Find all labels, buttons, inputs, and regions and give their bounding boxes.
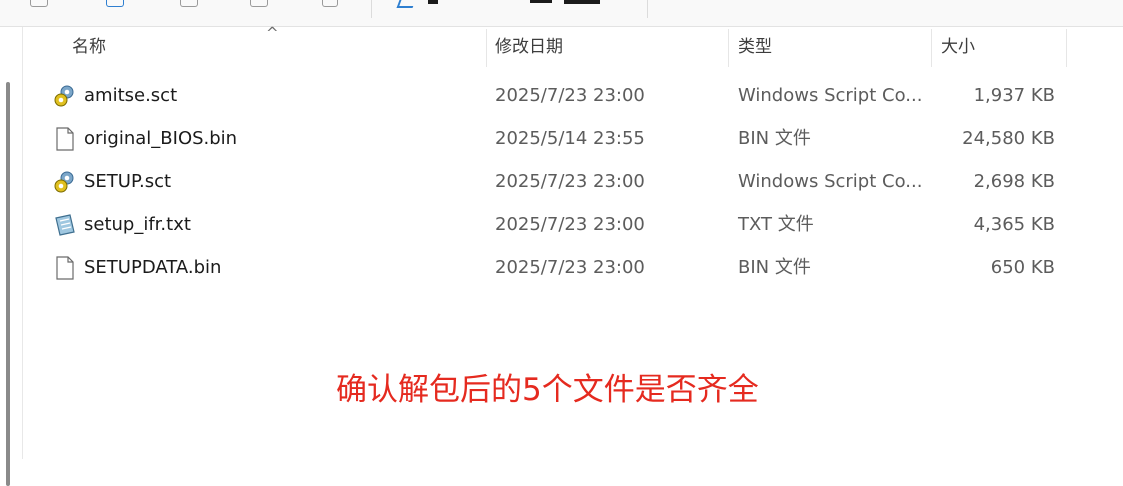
- script-file-icon: [54, 171, 74, 193]
- file-date: 2025/7/23 23:00: [495, 257, 645, 278]
- script-file-icon: [54, 85, 74, 107]
- view-label-fragment: [564, 0, 600, 4]
- copy-icon[interactable]: [106, 0, 124, 7]
- view-icon: [530, 0, 552, 3]
- column-header-date[interactable]: 修改日期: [495, 27, 563, 67]
- view-button[interactable]: [530, 0, 602, 6]
- file-size: 1,937 KB: [973, 85, 1055, 106]
- file-date: 2025/7/23 23:00: [495, 171, 645, 192]
- file-name: amitse.sct: [84, 85, 178, 106]
- file-row[interactable]: SETUP.sct 2025/7/23 23:00 Windows Script…: [23, 160, 1123, 203]
- file-size: 24,580 KB: [962, 128, 1055, 149]
- sort-ascending-icon: ^: [266, 24, 279, 42]
- file-name: setup_ifr.txt: [84, 214, 191, 235]
- file-name: original_BIOS.bin: [84, 128, 238, 149]
- file-name: SETUPDATA.bin: [84, 257, 222, 278]
- column-divider[interactable]: [728, 29, 729, 67]
- paste-icon[interactable]: [180, 0, 198, 7]
- file-type: Windows Script Co...: [738, 171, 923, 192]
- file-type: Windows Script Co...: [738, 85, 923, 106]
- file-type: TXT 文件: [738, 214, 814, 235]
- new-item-icon[interactable]: [30, 0, 48, 7]
- blank-file-icon: [56, 127, 74, 151]
- column-divider[interactable]: [486, 29, 487, 67]
- sort-icon: [396, 0, 416, 8]
- sort-button[interactable]: [396, 0, 438, 8]
- toolbar-divider: [647, 0, 648, 18]
- toolbar: [0, 0, 1123, 27]
- file-date: 2025/7/23 23:00: [495, 85, 645, 106]
- column-divider[interactable]: [931, 29, 932, 67]
- file-name: SETUP.sct: [84, 171, 172, 192]
- file-date: 2025/7/23 23:00: [495, 214, 645, 235]
- annotation-text: 确认解包后的5个文件是否齐全: [336, 372, 759, 408]
- navigation-pane-edge: [0, 27, 23, 486]
- file-row[interactable]: SETUPDATA.bin 2025/7/23 23:00 BIN 文件 650…: [23, 246, 1123, 289]
- sort-label-fragment: [428, 0, 438, 4]
- column-header-name[interactable]: 名称: [72, 27, 106, 67]
- nav-scrollbar-thumb[interactable]: [6, 82, 10, 486]
- column-header-type[interactable]: 类型: [738, 27, 772, 67]
- file-type: BIN 文件: [738, 128, 811, 149]
- file-date: 2025/5/14 23:55: [495, 128, 645, 149]
- column-header-size[interactable]: 大小: [941, 27, 975, 67]
- column-header: ^ 名称 修改日期 类型 大小: [23, 24, 1123, 67]
- column-divider[interactable]: [1066, 29, 1067, 67]
- rename-icon[interactable]: [250, 0, 268, 7]
- blank-file-icon: [56, 256, 74, 280]
- file-row[interactable]: original_BIOS.bin 2025/5/14 23:55 BIN 文件…: [23, 117, 1123, 160]
- file-size: 4,365 KB: [973, 214, 1055, 235]
- file-size: 650 KB: [990, 257, 1055, 278]
- delete-icon[interactable]: [322, 0, 338, 7]
- file-row[interactable]: setup_ifr.txt 2025/7/23 23:00 TXT 文件 4,3…: [23, 203, 1123, 246]
- file-type: BIN 文件: [738, 257, 811, 278]
- text-file-icon: [55, 214, 75, 236]
- toolbar-divider: [371, 0, 372, 18]
- file-size: 2,698 KB: [973, 171, 1055, 192]
- file-row[interactable]: amitse.sct 2025/7/23 23:00 Windows Scrip…: [23, 74, 1123, 117]
